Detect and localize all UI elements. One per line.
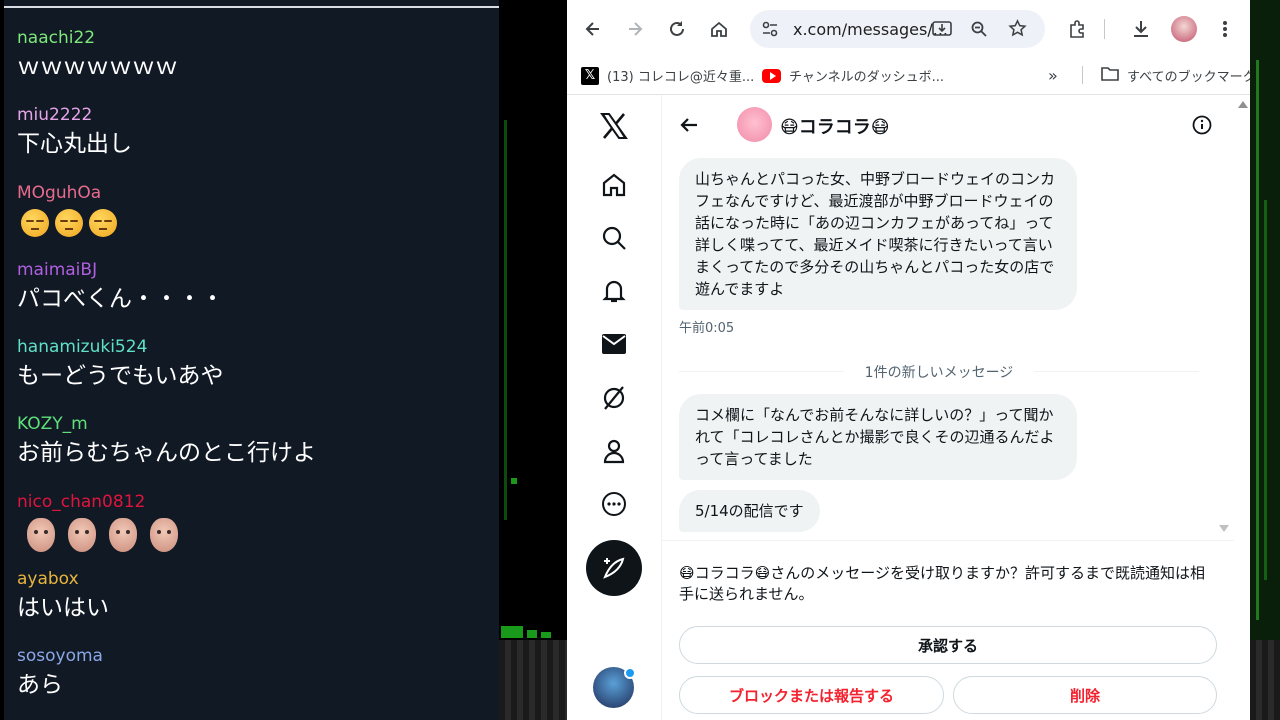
back-icon[interactable] [580,16,606,42]
chat-message: ayabox はいはい [17,569,109,623]
chat-username: hanamizuki524 [17,337,148,357]
notification-dot [624,667,636,679]
chat-message: sosoyoma あら [17,646,103,700]
chat-message: nico_chan0812 [17,492,191,552]
browser-toolbar: x.com/messages/... [567,0,1250,58]
x-logo-icon: 𝕏 [581,66,599,85]
chat-text: あら [17,672,63,698]
info-icon[interactable] [1192,115,1212,139]
toolbar-divider [1104,19,1105,39]
conversation-header: 😷コラコラ😷 [662,95,1235,155]
chat-username: nico_chan0812 [17,492,146,512]
chat-message: MOguhOa [17,183,117,237]
scroll-down-arrow-icon[interactable] [1219,525,1229,532]
message-timestamp: 午前0:05 [679,321,735,336]
compose-post-button[interactable] [586,540,642,596]
grok-icon[interactable] [600,384,628,412]
site-settings-icon[interactable] [761,20,779,42]
chat-username: sosoyoma [17,646,103,666]
feather-plus-icon [603,557,625,579]
face-sticker-icon [68,518,96,552]
download-icon[interactable] [1128,16,1154,42]
chat-username: ayabox [17,569,79,589]
pensive-face-icon [21,209,49,237]
accept-button[interactable]: 承認する [679,626,1217,664]
profile-icon[interactable] [600,437,628,465]
block-report-button[interactable]: ブロックまたは報告する [679,676,944,714]
message-request-panel: 😷コラコラ😷さんのメッセージを受け取りますか？許可するまで既読通知は相手に送られ… [662,540,1235,720]
x-app: 😷コラコラ😷 山ちゃんとパコった女、中野ブロードウェイのコンカフェなんですけど、… [567,95,1250,720]
bookmark-item[interactable]: チャンネルのダッシュボ... [762,66,944,85]
bookmark-label: (13) コレコレ@近々重... [607,70,755,85]
bookmarks-bar: 𝕏 (13) コレコレ@近々重... チャンネルのダッシュボ... » すべての… [567,58,1250,95]
bookmarks-divider [1082,66,1083,84]
folder-icon [1101,66,1119,85]
pensive-face-icon [89,209,117,237]
face-sticker-icon [109,518,137,552]
youtube-icon [762,68,781,83]
bookmark-star-icon[interactable] [1008,19,1027,42]
all-bookmarks-label: すべてのブックマーク [1127,70,1250,85]
background-game-area [499,0,567,720]
all-bookmarks-folder[interactable]: すべてのブックマーク [1101,66,1250,85]
chat-username: maimaiBJ [17,260,98,280]
bookmark-item[interactable]: 𝕏 (13) コレコレ@近々重... [581,66,754,85]
message-bubble[interactable]: 5/14の配信です [679,490,820,532]
chat-text: 下心丸出し [17,131,132,157]
chat-text: ｗｗｗｗｗｗｗ [17,54,178,80]
messages-icon[interactable] [600,330,628,358]
chat-username: MOguhOa [17,183,102,203]
contact-name[interactable]: 😷コラコラ😷 [780,113,890,139]
browser-window: x.com/messages/... 𝕏 (13) コレコレ@近々重... チャ… [567,0,1250,720]
message-bubble[interactable]: コメ欄に「なんでお前そんなに詳しいの？」って聞かれて「コレコレさんとか撮影で良く… [679,394,1077,480]
face-sticker-icon [27,518,55,552]
profile-avatar-icon[interactable] [1171,16,1197,42]
back-arrow-icon[interactable] [679,115,699,139]
search-icon[interactable] [600,224,628,252]
notifications-icon[interactable] [600,277,628,305]
emoji-row [27,518,191,552]
forward-icon[interactable] [622,16,648,42]
home-icon[interactable] [706,16,732,42]
conversation-pane: 😷コラコラ😷 山ちゃんとパコった女、中野ブロードウェイのコンカフェなんですけど、… [661,95,1235,720]
request-text: 😷コラコラ😷さんのメッセージを受け取りますか？許可するまで既読通知は相手に送られ… [679,564,1205,603]
new-messages-divider: 1件の新しいメッセージ [679,361,1199,381]
background-game-area-right [1250,0,1280,720]
extensions-icon[interactable] [1064,16,1090,42]
chat-panel: naachi22 ｗｗｗｗｗｗｗ miu2222 下心丸出し MOguhOa m… [4,0,499,720]
message-bubble[interactable]: 山ちゃんとパコった女、中野ブロードウェイのコンカフェなんですけど、最近渡部が中野… [679,158,1077,310]
address-bar[interactable]: x.com/messages/... [750,10,1045,48]
x-logo-icon[interactable] [600,112,628,140]
chat-text: お前らむちゃんのとこ行けよ [17,440,316,466]
page-scrollbar[interactable] [1234,95,1250,720]
face-sticker-icon [150,518,178,552]
x-sidebar-nav [567,95,661,720]
browser-menu-icon[interactable] [1212,16,1238,42]
more-bookmarks-icon[interactable]: » [1048,66,1058,85]
chat-message: KOZY_m お前らむちゃんのとこ行けよ [17,414,316,468]
delete-button[interactable]: 削除 [953,676,1217,714]
chat-top-divider [4,6,499,8]
chat-text: はいはい [17,595,109,621]
zoom-icon[interactable] [970,20,988,42]
chat-username: KOZY_m [17,414,88,434]
chat-text: パコべくん・・・・ [17,286,224,312]
pensive-face-icon [55,209,83,237]
url-text[interactable]: x.com/messages/... [793,20,948,39]
chat-message: hanamizuki524 もーどうでもいあや [17,337,224,391]
chat-message: maimaiBJ パコべくん・・・・ [17,260,224,314]
more-options-icon[interactable] [600,490,628,518]
chat-message: miu2222 下心丸出し [17,105,132,159]
home-icon[interactable] [600,171,628,199]
reload-icon[interactable] [664,16,690,42]
bookmark-label: チャンネルのダッシュボ... [789,70,945,85]
chat-message: naachi22 ｗｗｗｗｗｗｗ [17,28,178,82]
contact-avatar[interactable] [737,107,772,142]
install-app-icon[interactable] [932,20,952,42]
new-messages-label: 1件の新しいメッセージ [864,365,1014,381]
chat-username: naachi22 [17,28,96,48]
chat-username: miu2222 [17,105,93,125]
emoji-row [21,209,117,237]
chat-text: もーどうでもいあや [17,363,224,389]
